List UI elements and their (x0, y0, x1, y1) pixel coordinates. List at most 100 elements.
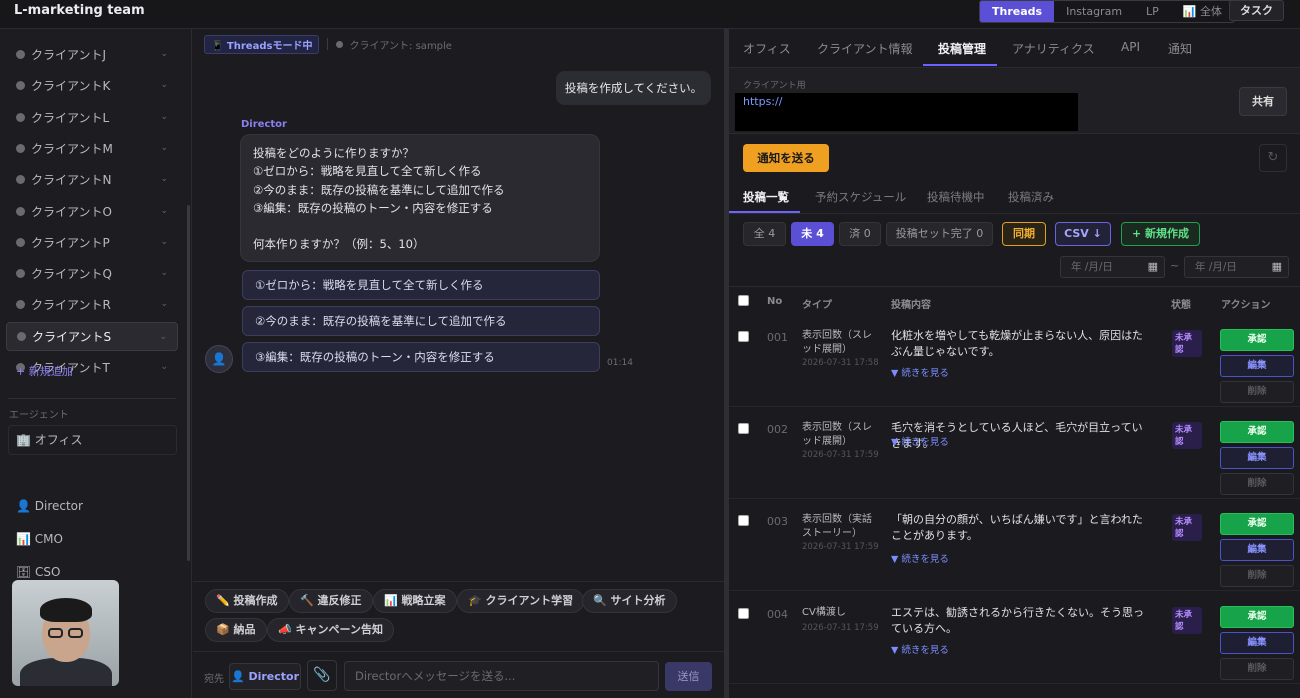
client-label: クライアント: sample (349, 40, 452, 52)
send-button[interactable]: 送信 (665, 662, 712, 691)
chevron-icon[interactable]: ⌄ (160, 80, 168, 90)
subtab-post-list[interactable]: 投稿一覧 (743, 189, 789, 205)
app-title: L-marketing team (14, 3, 145, 18)
row-checkbox[interactable] (738, 515, 749, 526)
sync-button[interactable]: 同期 (1002, 222, 1046, 246)
approve-button[interactable]: 承認 (1220, 329, 1294, 351)
sidebar-item-client[interactable]: クライアントR ⌄ (6, 290, 178, 319)
attach-icon[interactable]: 📎 (307, 660, 337, 691)
status-dot (16, 237, 25, 247)
row-checkbox[interactable] (738, 331, 749, 342)
chip-strategy[interactable]: 📊 戦略立案 (373, 589, 457, 613)
approve-button[interactable]: 承認 (1220, 513, 1294, 535)
agent-cso[interactable]: 🗄 CSO (16, 565, 61, 579)
refresh-icon[interactable]: ↻ (1259, 144, 1287, 172)
recipient-select[interactable]: 👤 Director (229, 663, 301, 690)
chip-client-learning[interactable]: 🎓 クライアント学習 (457, 589, 585, 613)
delete-button[interactable]: 削除 (1220, 565, 1294, 587)
chevron-icon[interactable]: ⌄ (160, 206, 168, 216)
subtab-waiting[interactable]: 投稿待機中 (927, 189, 985, 205)
show-more-link[interactable]: ▼ 続きを見る (891, 551, 949, 565)
chevron-icon[interactable]: ⌄ (160, 362, 168, 372)
tab-instagram[interactable]: Instagram (1054, 1, 1134, 22)
task-button[interactable]: タスク (1229, 0, 1284, 21)
agent-cmo[interactable]: 📊 CMO (16, 532, 63, 546)
new-post-button[interactable]: + 新規作成 (1121, 222, 1200, 246)
chip-delivery[interactable]: 📦 納品 (205, 618, 267, 642)
delete-button[interactable]: 削除 (1220, 473, 1294, 495)
sidebar-item-client[interactable]: クライアントJ ⌄ (6, 40, 178, 69)
client-url[interactable]: https:// (743, 95, 782, 108)
filter-set-done[interactable]: 投稿セット完了 0 (886, 222, 993, 246)
show-more-link[interactable]: ▼ 続きを見る (891, 434, 949, 448)
option-keep[interactable]: ②今のまま：既存の投稿を基準にして追加で作る (242, 306, 600, 336)
tab-overall[interactable]: 📊 全体 (1171, 1, 1234, 22)
chip-create-post[interactable]: ✏️ 投稿作成 (205, 589, 289, 613)
chevron-icon[interactable]: ⌄ (160, 174, 168, 184)
delete-button[interactable]: 削除 (1220, 381, 1294, 403)
share-button[interactable]: 共有 (1239, 87, 1287, 116)
row-checkbox[interactable] (738, 608, 749, 619)
tab-notifications[interactable]: 通知 (1168, 40, 1192, 57)
option-zero[interactable]: ①ゼロから：戦略を見直して全て新しく作る (242, 270, 600, 300)
sidebar-item-office[interactable]: 🏢 オフィス (8, 425, 177, 455)
subtab-posted[interactable]: 投稿済み (1008, 189, 1054, 205)
tab-lp[interactable]: LP (1134, 1, 1171, 22)
chevron-icon[interactable]: ⌄ (159, 332, 167, 342)
tab-api[interactable]: API (1121, 40, 1140, 54)
edit-button[interactable]: 編集 (1220, 447, 1294, 469)
delete-button[interactable]: 削除 (1220, 658, 1294, 680)
tab-post-management[interactable]: 投稿管理 (938, 40, 986, 57)
agent-director[interactable]: 👤 Director (16, 499, 83, 513)
filter-pending[interactable]: 未 4 (791, 222, 834, 246)
sidebar-scrollbar[interactable] (187, 205, 190, 561)
csv-button[interactable]: CSV ↓ (1055, 222, 1111, 246)
director-message: 投稿をどのように作りますか？ ①ゼロから：戦略を見直して全て新しく作る ②今のま… (240, 134, 600, 262)
add-client-link[interactable]: + 新規追加 (16, 363, 73, 379)
filter-done[interactable]: 済 0 (839, 222, 881, 246)
message-input[interactable] (344, 661, 659, 691)
approve-button[interactable]: 承認 (1220, 606, 1294, 628)
chevron-icon[interactable]: ⌄ (160, 112, 168, 122)
row-checkbox[interactable] (738, 423, 749, 434)
status-dot (16, 300, 25, 310)
notify-button[interactable]: 通知を送る (743, 144, 829, 172)
tab-client-info[interactable]: クライアント情報 (817, 40, 913, 57)
chip-campaign[interactable]: 📣 キャンペーン告知 (267, 618, 394, 642)
edit-button[interactable]: 編集 (1220, 632, 1294, 654)
select-all-checkbox[interactable] (738, 295, 749, 306)
sidebar-item-client[interactable]: クライアントN ⌄ (6, 165, 178, 194)
status-dot (16, 112, 25, 122)
chip-fix-violation[interactable]: 🔨 違反修正 (289, 589, 373, 613)
sidebar-item-client[interactable]: クライアントQ ⌄ (6, 259, 178, 288)
director-label: Director (241, 119, 287, 130)
chevron-icon[interactable]: ⌄ (160, 299, 168, 309)
sidebar-item-client[interactable]: クライアントM ⌄ (6, 134, 178, 163)
edit-button[interactable]: 編集 (1220, 539, 1294, 561)
tab-analytics[interactable]: アナリティクス (1012, 40, 1095, 57)
sidebar-item-client[interactable]: クライアントL ⌄ (6, 103, 178, 132)
chevron-icon[interactable]: ⌄ (160, 143, 168, 153)
sidebar-item-client[interactable]: クライアントK ⌄ (6, 71, 178, 100)
sidebar-item-client[interactable]: クライアントS ⌄ (6, 321, 178, 351)
tab-threads[interactable]: Threads (980, 1, 1055, 22)
calendar-icon[interactable]: ▦ (1272, 257, 1282, 277)
row-type: CV構渡し (802, 607, 846, 618)
chip-site-analysis[interactable]: 🔍 サイト分析 (582, 589, 677, 613)
filter-all[interactable]: 全 4 (743, 222, 786, 246)
date-from[interactable]: 年 /月/日 ▦ (1060, 256, 1165, 278)
option-edit[interactable]: ③編集：既存の投稿のトーン・内容を修正する (242, 342, 600, 372)
date-to[interactable]: 年 /月/日 ▦ (1184, 256, 1289, 278)
chevron-icon[interactable]: ⌄ (160, 237, 168, 247)
sidebar-item-client[interactable]: クライアントP ⌄ (6, 228, 178, 257)
calendar-icon[interactable]: ▦ (1148, 257, 1158, 277)
show-more-link[interactable]: ▼ 続きを見る (891, 642, 949, 656)
chevron-icon[interactable]: ⌄ (160, 49, 168, 59)
chevron-icon[interactable]: ⌄ (160, 268, 168, 278)
show-more-link[interactable]: ▼ 続きを見る (891, 365, 949, 379)
edit-button[interactable]: 編集 (1220, 355, 1294, 377)
tab-office[interactable]: オフィス (743, 40, 791, 57)
approve-button[interactable]: 承認 (1220, 421, 1294, 443)
subtab-schedule[interactable]: 予約スケジュール (815, 189, 906, 205)
sidebar-item-client[interactable]: クライアントO ⌄ (6, 197, 178, 226)
